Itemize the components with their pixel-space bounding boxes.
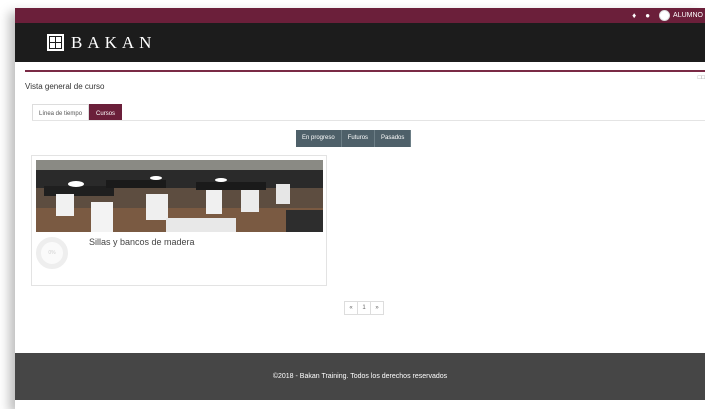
- brand-name[interactable]: BAKAN: [71, 33, 156, 53]
- chat-icon[interactable]: ●: [645, 8, 650, 23]
- filter-in-progress-button[interactable]: En progreso: [296, 130, 342, 147]
- tab-courses[interactable]: Cursos: [89, 104, 123, 121]
- tab-timeline[interactable]: Línea de tiempo: [32, 104, 90, 121]
- avatar[interactable]: [659, 10, 671, 21]
- course-image[interactable]: [36, 160, 323, 232]
- block-controls-icon[interactable]: □□: [698, 75, 705, 81]
- page-1-button[interactable]: 1: [357, 301, 371, 315]
- prev-page-button[interactable]: «: [344, 301, 358, 315]
- user-menu[interactable]: ALUMNO: [659, 10, 703, 21]
- copyright-text: ©2018 - Bakan Training. Todos los derech…: [272, 373, 448, 380]
- tab-underline: [32, 120, 705, 121]
- course-overview-header: Vista general de curso □□: [25, 72, 705, 102]
- course-card[interactable]: 0% Sillas y bancos de madera: [31, 155, 327, 286]
- brand-header: BAKAN: [15, 23, 705, 62]
- filter-future-button[interactable]: Futuros: [341, 130, 376, 147]
- status-filter-group: En progreso Futuros Pasados: [296, 130, 412, 147]
- app-window: ♦ ● ALUMNO BAKAN Vista general de curso …: [15, 8, 705, 409]
- progress-percent: 0%: [48, 250, 56, 256]
- top-navbar: ♦ ● ALUMNO: [15, 8, 705, 23]
- bell-icon[interactable]: ♦: [632, 8, 636, 23]
- pagination: « 1 »: [344, 301, 384, 315]
- course-progress-ring: 0%: [36, 237, 68, 269]
- page-footer: ©2018 - Bakan Training. Todos los derech…: [15, 353, 705, 400]
- section-title: Vista general de curso: [25, 82, 105, 91]
- user-name[interactable]: ALUMNO: [673, 12, 703, 19]
- logo-icon[interactable]: [47, 34, 64, 51]
- next-page-button[interactable]: »: [370, 301, 384, 315]
- course-title-link[interactable]: Sillas y bancos de madera: [89, 237, 195, 247]
- filter-past-button[interactable]: Pasados: [375, 130, 412, 147]
- overview-tabs: Línea de tiempo Cursos: [32, 104, 123, 121]
